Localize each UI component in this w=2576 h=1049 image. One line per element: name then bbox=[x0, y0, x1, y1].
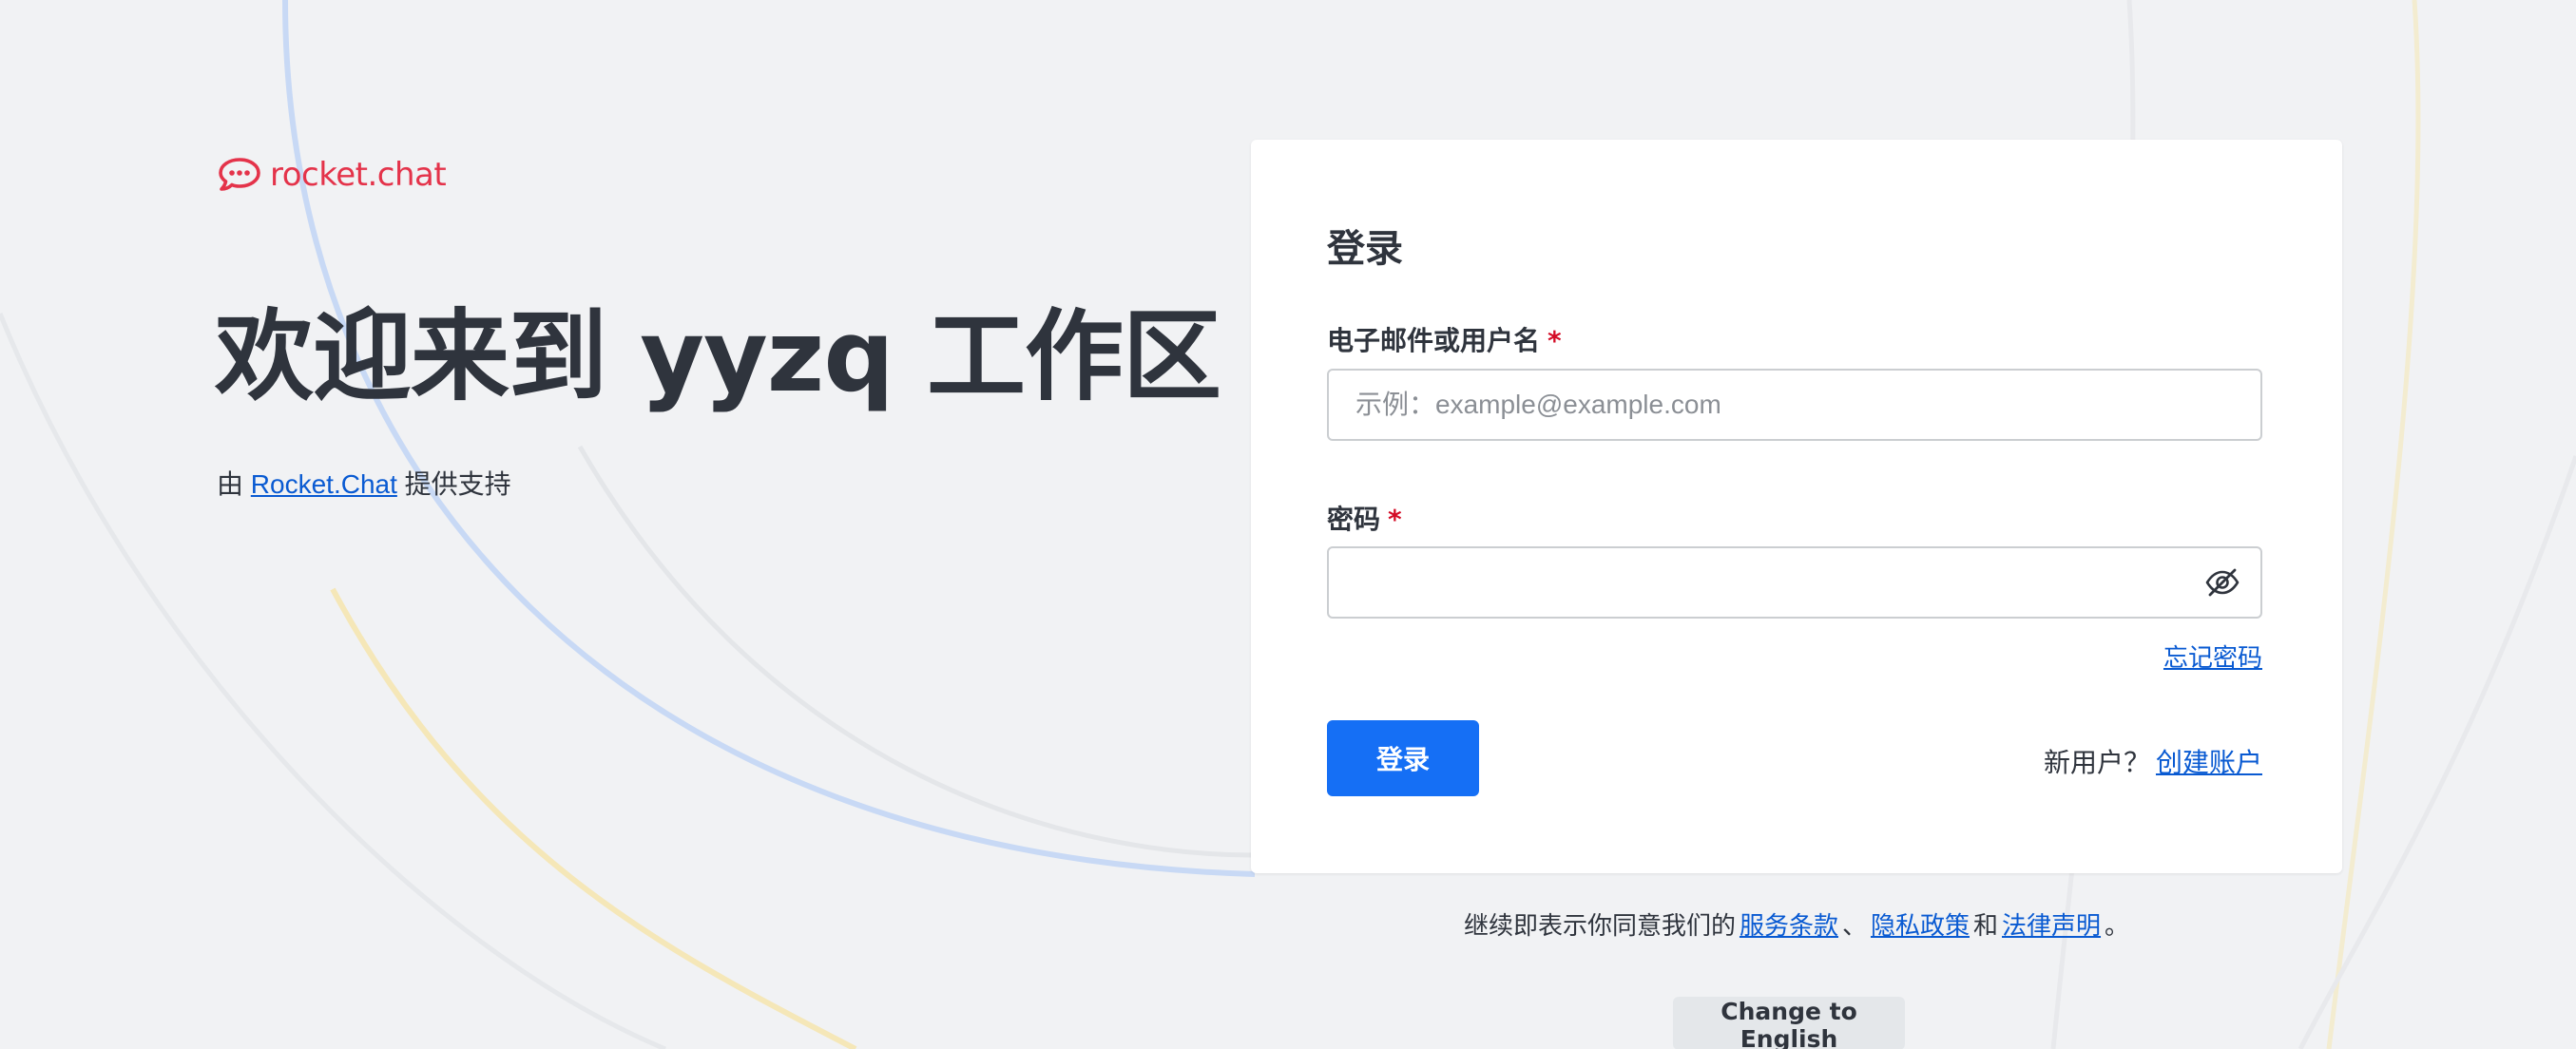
brand-name: rocket.chat bbox=[270, 156, 447, 194]
create-account-link[interactable]: 创建账户 bbox=[2156, 748, 2262, 777]
terms-of-service-link[interactable]: 服务条款 bbox=[1740, 911, 1838, 940]
terms-prefix: 继续即表示你同意我们的 bbox=[1463, 911, 1736, 940]
login-title: 登录 bbox=[1327, 227, 1403, 271]
powered-by-text: 由 Rocket.Chat 提供支持 bbox=[217, 464, 511, 502]
brand: rocket.chat bbox=[217, 152, 447, 198]
rocket-chat-logo-icon bbox=[219, 158, 260, 191]
terms-period: 。 bbox=[2105, 911, 2130, 940]
password-field-label: 密码 * bbox=[1327, 499, 1402, 537]
rocket-chat-link[interactable]: Rocket.Chat bbox=[251, 469, 397, 499]
change-language-button[interactable]: Change to English bbox=[1673, 997, 1905, 1049]
email-label-text: 电子邮件或用户名 bbox=[1327, 325, 1541, 356]
password-input[interactable] bbox=[1327, 546, 2262, 619]
required-asterisk: * bbox=[1388, 504, 1402, 535]
required-asterisk: * bbox=[1548, 325, 1562, 356]
email-or-username-input[interactable] bbox=[1327, 369, 2262, 441]
login-button[interactable]: 登录 bbox=[1327, 720, 1479, 796]
password-label-text: 密码 bbox=[1327, 504, 1381, 535]
terms-separator: 、 bbox=[1841, 911, 1867, 940]
powered-by-prefix: 由 bbox=[217, 469, 244, 499]
new-user-prompt: 新用户？ 创建账户 bbox=[2044, 742, 2262, 780]
privacy-policy-link[interactable]: 隐私政策 bbox=[1871, 911, 1970, 940]
show-password-toggle[interactable] bbox=[2201, 563, 2243, 601]
new-user-text: 新用户？ bbox=[2043, 748, 2150, 777]
eye-off-icon bbox=[2205, 568, 2240, 597]
login-card: 登录 电子邮件或用户名* 密码* 忘记密码 登录 新用户？创建账户 bbox=[1251, 140, 2342, 873]
workspace-welcome-title: 欢迎来到 yyzq 工作区 bbox=[215, 298, 1221, 414]
terms-and: 和 bbox=[1973, 911, 1999, 940]
email-field-label: 电子邮件或用户名 * bbox=[1327, 320, 1562, 358]
forgot-password-link[interactable]: 忘记密码 bbox=[2163, 639, 2262, 674]
login-page: rocket.chat 欢迎来到 yyzq 工作区 由 Rocket.Chat … bbox=[0, 0, 2576, 1049]
terms-agreement: 继续即表示你同意我们的 服务条款、隐私政策和法律声明。 bbox=[1251, 906, 2342, 942]
legal-notice-link[interactable]: 法律声明 bbox=[2002, 911, 2101, 940]
powered-by-suffix: 提供支持 bbox=[404, 469, 511, 499]
